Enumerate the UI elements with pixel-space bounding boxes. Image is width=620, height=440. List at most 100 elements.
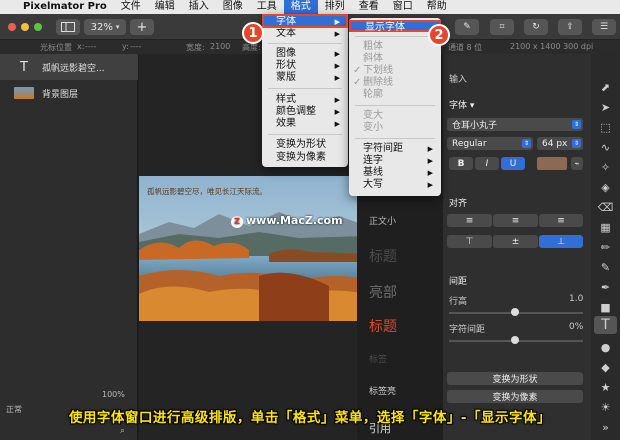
- font-label[interactable]: 字体 ▾: [449, 98, 474, 111]
- style-body-small[interactable]: 正文小: [369, 214, 396, 227]
- chevron-updown-icon: ⇕: [572, 120, 581, 129]
- menu-item-show-fonts[interactable]: 显示字体: [349, 20, 441, 33]
- menu-item-convert-pixels[interactable]: 变换为像素: [262, 152, 348, 164]
- convert-to-pixels-button[interactable]: 变换为像素: [447, 390, 583, 403]
- align-right-button[interactable]: ≡: [539, 214, 583, 227]
- zoom-select[interactable]: 32% ▾: [84, 19, 126, 35]
- valign-middle-button[interactable]: ±: [493, 235, 538, 248]
- menu-format[interactable]: 格式: [283, 0, 318, 14]
- menu-item-text[interactable]: 文本 ▶: [262, 28, 348, 40]
- eyedropper-icon[interactable]: ⌁: [571, 157, 583, 170]
- layer-item-background[interactable]: 背景图层: [0, 80, 138, 106]
- close-window-button[interactable]: [8, 23, 16, 31]
- menu-bar: Pixelmator Pro 文件 编辑 插入 图像 工具 格式 排列 查看 窗…: [0, 0, 620, 14]
- font-size-select[interactable]: 64 px ⇕: [537, 137, 583, 150]
- format-panel-button[interactable]: ☰: [592, 19, 616, 35]
- menu-window[interactable]: 窗口: [386, 0, 420, 14]
- arrange-tool-icon[interactable]: ⬈: [591, 78, 620, 96]
- paint-bucket-icon[interactable]: ◈: [591, 178, 620, 196]
- y-label: y:: [122, 42, 129, 51]
- menu-item-smaller[interactable]: 变小: [349, 122, 441, 134]
- lasso-tool-icon[interactable]: ∿: [591, 138, 620, 156]
- pointer-tool-icon[interactable]: ➤: [591, 98, 620, 116]
- zoom-window-button[interactable]: [34, 23, 42, 31]
- erase-tool-icon[interactable]: ⌫: [591, 198, 620, 216]
- style-title-muted[interactable]: 标题: [369, 246, 397, 266]
- font-color-swatch[interactable]: [537, 157, 567, 170]
- layer-item-text[interactable]: T 孤帆远影碧空...: [0, 54, 138, 80]
- macz-logo-icon: Z: [231, 216, 243, 228]
- add-button[interactable]: +: [130, 19, 154, 35]
- color-adjust-icon[interactable]: ●: [591, 338, 620, 356]
- minimize-window-button[interactable]: [21, 23, 29, 31]
- crop-button[interactable]: ⌗: [490, 19, 514, 35]
- style-label-bright[interactable]: 标签亮: [369, 384, 396, 397]
- font-family-select[interactable]: 仓耳小丸子 ⇕: [447, 118, 583, 131]
- menu-item-convert-shape[interactable]: 变换为形状: [262, 139, 348, 151]
- menu-insert[interactable]: 插入: [182, 0, 216, 14]
- chevron-right-icon: ▶: [334, 74, 340, 82]
- share-button[interactable]: ⇪: [558, 19, 582, 35]
- menu-item-effects[interactable]: 效果 ▶: [262, 118, 348, 130]
- menu-help[interactable]: 帮助: [420, 0, 454, 14]
- text-tool-icon[interactable]: T: [594, 316, 617, 334]
- star-tool-icon[interactable]: ★: [591, 378, 620, 396]
- shape-tool-button[interactable]: ✎: [455, 19, 479, 35]
- overlay-text[interactable]: 孤帆远影碧空尽，唯见长江天际流。: [147, 186, 267, 197]
- format-panel: 输入 字体 ▾ 仓耳小丸子 ⇕ Regular ⇕ 64 px ⇕ B I U …: [443, 54, 591, 440]
- align-left-button[interactable]: ≡: [447, 214, 492, 227]
- shape-tool-icon[interactable]: ■: [591, 298, 620, 316]
- char-spacing-slider-thumb[interactable]: [511, 336, 519, 344]
- menu-item-shape[interactable]: 形状 ▶: [262, 60, 348, 72]
- convert-to-shape-button[interactable]: 变换为形状: [447, 372, 583, 385]
- align-center-button[interactable]: ≡: [493, 214, 538, 227]
- menu-view[interactable]: 查看: [352, 0, 386, 14]
- menu-item-outline[interactable]: 轮廓: [349, 89, 441, 101]
- menu-item-style[interactable]: 样式 ▶: [262, 94, 348, 106]
- menu-item-underline[interactable]: ✓ 下划线: [349, 65, 441, 77]
- line-height-value: 1.0: [569, 294, 584, 304]
- font-weight-select[interactable]: Regular ⇕: [447, 137, 533, 150]
- chevron-right-icon: ▶: [334, 108, 340, 116]
- sidebar-toggle-button[interactable]: [56, 19, 80, 35]
- gradient-tool-icon[interactable]: ▦: [591, 218, 620, 236]
- underline-button[interactable]: U: [501, 157, 525, 170]
- menu-item-mask[interactable]: 蒙版 ▶: [262, 72, 348, 84]
- menu-edit[interactable]: 编辑: [148, 0, 182, 14]
- valign-top-button[interactable]: ⊤: [447, 235, 492, 248]
- pen-tool-icon[interactable]: ✒: [591, 278, 620, 296]
- menu-item-capitalization[interactable]: 大写 ▶: [349, 179, 441, 191]
- menu-item-bold[interactable]: 粗体: [349, 41, 441, 53]
- effects-tool-icon[interactable]: ◆: [591, 358, 620, 376]
- menu-item-italic[interactable]: 斜体: [349, 53, 441, 65]
- menu-tools[interactable]: 工具: [250, 0, 284, 14]
- menu-item-color-adjust[interactable]: 颜色调整 ▶: [262, 106, 348, 118]
- layer-opacity[interactable]: 100%: [102, 390, 125, 399]
- style-title-red[interactable]: 标题: [369, 316, 397, 336]
- menu-item-kerning[interactable]: 字符间距 ▶: [349, 143, 441, 155]
- canvas-image[interactable]: 孤帆远影碧空尽，唯见长江天际流。 Zwww.MacZ.com: [139, 176, 367, 321]
- brush-tool-icon[interactable]: ✎: [591, 258, 620, 276]
- style-label[interactable]: 标签: [369, 352, 387, 365]
- rotate-button[interactable]: ↻: [524, 19, 548, 35]
- selection-tool-icon[interactable]: ⬚: [591, 118, 620, 136]
- menu-item-image[interactable]: 图像 ▶: [262, 48, 348, 60]
- menu-item-strikethrough[interactable]: ✓ 删除线: [349, 77, 441, 89]
- bold-button[interactable]: B: [449, 157, 473, 170]
- menu-item-bigger[interactable]: 变大: [349, 110, 441, 122]
- line-height-slider-thumb[interactable]: [511, 308, 519, 316]
- chevron-down-icon: ▾: [115, 23, 120, 31]
- menu-arrange[interactable]: 排列: [318, 0, 352, 14]
- pencil-tool-icon[interactable]: ✏: [591, 238, 620, 256]
- menu-separator: [268, 88, 342, 89]
- valign-bottom-button[interactable]: ⊥: [539, 235, 583, 248]
- menu-item-font[interactable]: 字体 ▶: [262, 16, 348, 28]
- menu-item-baseline[interactable]: 基线 ▶: [349, 167, 441, 179]
- style-highlight[interactable]: 亮部: [369, 282, 397, 302]
- menu-file[interactable]: 文件: [114, 0, 148, 14]
- menu-item-ligature[interactable]: 连字 ▶: [349, 155, 441, 167]
- app-menu[interactable]: Pixelmator Pro: [16, 0, 114, 14]
- italic-button[interactable]: I: [475, 157, 499, 170]
- menu-image[interactable]: 图像: [216, 0, 250, 14]
- magic-wand-icon[interactable]: ✧: [591, 158, 620, 176]
